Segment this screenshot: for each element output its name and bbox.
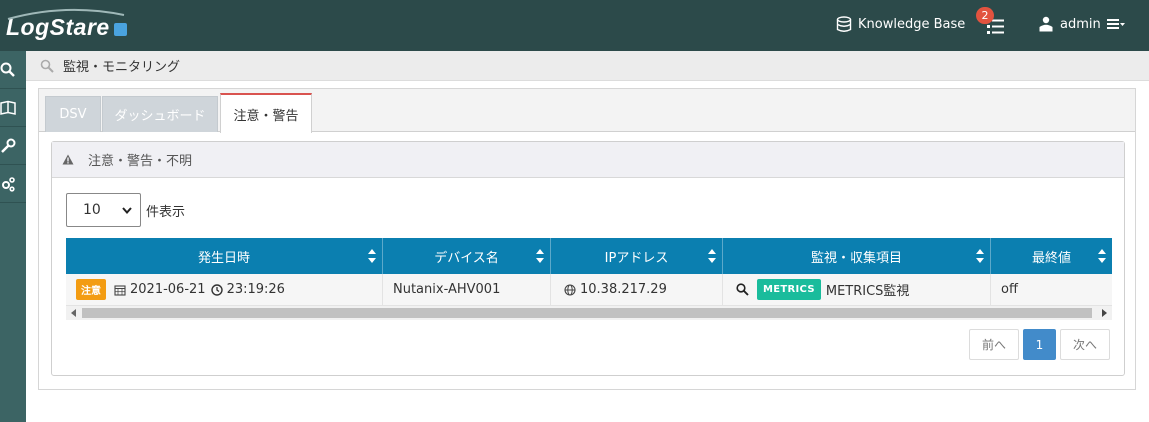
page-length-control: 10 件表示 [66, 193, 185, 227]
sort-icon [1098, 249, 1106, 263]
sidebar [0, 51, 26, 422]
tab-dashboard[interactable]: ダッシュボード [102, 96, 218, 132]
sort-icon [976, 249, 984, 263]
next-page-button[interactable]: 次へ [1060, 329, 1110, 360]
event-time: 23:19:26 [226, 282, 285, 297]
column-header-device[interactable]: デバイス名 [383, 238, 551, 274]
user-icon [1039, 16, 1053, 32]
cell-datetime: 注意 2021-06-21 23:19:26 [66, 274, 383, 305]
event-date: 2021-06-21 [130, 282, 206, 297]
search-icon [40, 59, 54, 73]
column-header-ip[interactable]: IPアドレス [551, 238, 723, 274]
last-value: off [1001, 282, 1018, 297]
device-name: Nutanix-AHV001 [393, 282, 501, 297]
scroll-left-icon[interactable] [71, 309, 76, 317]
cell-device: Nutanix-AHV001 [383, 274, 551, 305]
sidebar-item-book[interactable] [0, 89, 26, 127]
scrollbar-thumb[interactable] [82, 308, 1092, 318]
column-header-last-value[interactable]: 最終値 [991, 238, 1112, 274]
book-icon [0, 100, 16, 115]
column-header-datetime[interactable]: 発生日時 [66, 238, 383, 274]
alerts-box-title: 注意・警告・不明 [88, 154, 193, 169]
page-length-select[interactable]: 10 [66, 193, 141, 227]
sidebar-item-tools[interactable] [0, 127, 26, 165]
sort-icon [536, 249, 544, 263]
sidebar-item-settings[interactable] [0, 165, 26, 203]
horizontal-scrollbar[interactable] [66, 306, 1112, 320]
main-panel: DSV ダッシュボード 注意・警告 注意・警告・不明 10 件表示 発生日時 デ… [38, 88, 1136, 390]
cell-monitor-item: METRICS METRICS監視 [723, 274, 991, 305]
notification-count-badge[interactable]: 2 [976, 7, 994, 24]
logo-swoosh-icon [7, 8, 125, 20]
tab-alerts[interactable]: 注意・警告 [220, 93, 312, 133]
chevron-down-icon [122, 206, 132, 214]
user-menu[interactable]: admin [1039, 16, 1132, 32]
sort-icon [368, 249, 376, 263]
alerts-box-header: 注意・警告・不明 [52, 142, 1124, 178]
globe-icon [564, 283, 576, 296]
gears-icon [2, 176, 15, 192]
logstare-logo[interactable]: LogStare [6, 8, 127, 44]
cell-ip: 10.38.217.29 [551, 274, 723, 305]
ip-address: 10.38.217.29 [580, 282, 667, 297]
page-length-suffix: 件表示 [146, 204, 186, 220]
warning-icon [62, 154, 74, 165]
pagination: 前へ 1 次へ [969, 329, 1110, 360]
metrics-badge: METRICS [757, 279, 821, 300]
status-badge: 注意 [76, 279, 106, 300]
alerts-table: 発生日時 デバイス名 IPアドレス 監視・収集項目 最終値 注意 2021-06… [66, 238, 1112, 320]
breadcrumb: 監視・モニタリング [26, 51, 1149, 81]
clock-icon [210, 283, 223, 296]
calendar-icon [114, 284, 126, 296]
user-name: admin [1060, 16, 1101, 32]
knowledge-base-link[interactable]: Knowledge Base [836, 16, 965, 33]
column-header-monitor-item[interactable]: 監視・収集項目 [723, 238, 991, 274]
scroll-right-icon[interactable] [1102, 309, 1107, 317]
cell-last-value: off [991, 274, 1112, 305]
search-icon[interactable] [736, 283, 749, 296]
menu-dropdown-icon [1106, 19, 1125, 29]
tab-bar: DSV ダッシュボード 注意・警告 [39, 89, 1135, 133]
table-row[interactable]: 注意 2021-06-21 23:19:26 Nutanix-AHV001 10… [66, 274, 1112, 306]
prev-page-button[interactable]: 前へ [969, 329, 1019, 360]
database-icon [836, 16, 852, 32]
sort-icon [708, 249, 716, 263]
knowledge-base-label: Knowledge Base [858, 17, 966, 32]
table-header: 発生日時 デバイス名 IPアドレス 監視・収集項目 最終値 [66, 238, 1112, 274]
top-navbar: LogStare Knowledge Base 2 admin [0, 0, 1149, 51]
breadcrumb-label: 監視・モニタリング [63, 60, 181, 75]
sidebar-item-search[interactable] [0, 51, 26, 89]
logo-badge-icon [113, 22, 127, 36]
monitor-item-name: METRICS監視 [825, 284, 910, 299]
alerts-box: 注意・警告・不明 10 件表示 発生日時 デバイス名 IPアドレス 監視・収集項… [51, 141, 1125, 376]
wrench-icon [1, 138, 16, 153]
tab-dsv[interactable]: DSV [45, 96, 101, 132]
search-icon [0, 62, 15, 77]
current-page-button[interactable]: 1 [1023, 329, 1056, 360]
